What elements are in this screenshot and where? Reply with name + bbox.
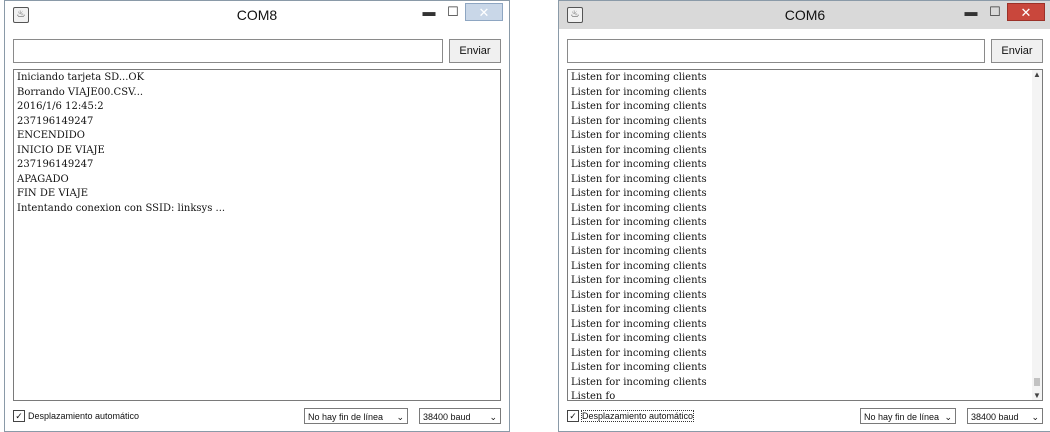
window-controls: ▬ ☐ ✕ [417,3,503,23]
output-line: Iniciando tarjeta SD...OK [17,72,145,83]
send-input[interactable] [567,39,985,63]
close-icon[interactable]: ✕ [465,3,503,21]
send-button[interactable]: Enviar [449,39,501,63]
autoscroll-label: Desplazamiento automático [580,410,695,422]
output-line: Listen for incoming clients [571,275,707,286]
status-bar: ✓ Desplazamiento automático No hay fin d… [567,406,1043,428]
output-line: Borrando VIAJE00.CSV... [17,86,144,98]
output-line: Listen for incoming clients [571,289,707,301]
output-line: Listen for incoming clients [571,318,707,330]
autoscroll-toggle[interactable]: ✓ Desplazamiento automático [13,410,139,422]
window-controls: ▬ ☐ ✕ [959,3,1045,23]
close-icon[interactable]: ✕ [1007,3,1045,21]
baud-rate-select[interactable]: 38400 baud ⌄ [419,408,501,424]
autoscroll-label: Desplazamiento automático [28,411,140,421]
baud-rate-value: 38400 baud [971,412,1019,422]
send-row: Enviar [567,39,1043,63]
baud-rate-select[interactable]: 38400 baud ⌄ [967,408,1043,424]
chevron-down-icon: ⌄ [944,412,952,422]
line-ending-select[interactable]: No hay fin de línea ⌄ [860,408,956,424]
output-line: Listen for incoming clients [571,144,707,156]
output-line: 237196149247 [17,159,94,170]
send-input[interactable] [13,39,443,63]
output-line: Intentando conexion con SSID: linksys ..… [17,202,226,214]
output-line: Listen for incoming clients [571,188,707,199]
title-bar[interactable]: ♨ COM6 ▬ ☐ ✕ [559,1,1050,29]
line-ending-value: No hay fin de línea [864,412,940,422]
send-button[interactable]: Enviar [991,39,1043,63]
output-line: Listen for incoming clients [571,159,707,170]
chevron-down-icon: ⌄ [489,412,497,422]
output-line: Listen for incoming clients [571,173,707,185]
chevron-down-icon: ⌄ [1031,412,1039,422]
output-line: Listen for incoming clients [571,86,707,98]
serial-output[interactable]: Iniciando tarjeta SD...OK Borrando VIAJE0… [13,69,501,401]
output-line: Listen for incoming clients [571,231,707,243]
output-line: Listen for incoming clients [571,304,707,315]
output-line: ENCENDIDO [17,130,85,141]
chevron-down-icon: ⌄ [396,412,404,422]
output-line: Listen for incoming clients [571,101,707,112]
output-line: Listen for incoming clients [571,202,707,214]
autoscroll-checkbox[interactable]: ✓ [13,410,25,422]
line-ending-select[interactable]: No hay fin de línea ⌄ [304,408,408,424]
output-line: INICIO DE VIAJE [17,144,105,156]
output-line: Listen fo [571,391,616,401]
scrollbar-thumb[interactable] [1034,378,1040,386]
maximize-icon[interactable]: ☐ [983,3,1007,21]
output-line: APAGADO [17,173,69,185]
serial-monitor-window-com6: ♨ COM6 ▬ ☐ ✕ Enviar Listen for incoming … [558,0,1050,432]
vertical-scrollbar[interactable]: ▲ ▼ [1032,70,1042,400]
output-line: Listen for incoming clients [571,260,707,272]
output-line: Listen for incoming clients [571,376,707,388]
serial-output[interactable]: Listen for incoming clients Listen for in… [567,69,1043,401]
baud-rate-value: 38400 baud [423,412,471,422]
output-line: 237196149247 [17,115,94,127]
scroll-up-arrow-icon[interactable]: ▲ [1032,70,1042,79]
output-lines: Iniciando tarjeta SD...OK Borrando VIAJE0… [14,70,500,217]
output-line: Listen for incoming clients [571,246,707,257]
status-bar: ✓ Desplazamiento automático No hay fin d… [13,406,501,428]
scroll-down-arrow-icon[interactable]: ▼ [1032,391,1042,400]
title-bar[interactable]: ♨ COM8 ▬ ☐ ✕ [5,1,509,29]
output-line: Listen for incoming clients [571,130,707,141]
output-line: Listen for incoming clients [571,217,707,228]
output-lines: Listen for incoming clients Listen for in… [568,70,1042,401]
minimize-icon[interactable]: ▬ [959,3,983,21]
output-line: Listen for incoming clients [571,333,707,344]
output-line: Listen for incoming clients [571,115,707,127]
output-line: FIN DE VIAJE [17,188,89,199]
maximize-icon[interactable]: ☐ [441,3,465,21]
output-line: 2016/1/6 12:45:2 [17,101,104,112]
autoscroll-toggle[interactable]: ✓ Desplazamiento automático [567,410,695,422]
serial-monitor-window-com8: ♨ COM8 ▬ ☐ ✕ Enviar Iniciando tarjeta SD… [4,0,510,432]
output-line: Listen for incoming clients [571,362,707,373]
output-line: Listen for incoming clients [571,72,707,83]
line-ending-value: No hay fin de línea [308,412,384,422]
send-row: Enviar [13,39,501,63]
minimize-icon[interactable]: ▬ [417,3,441,21]
autoscroll-checkbox[interactable]: ✓ [567,410,579,422]
output-line: Listen for incoming clients [571,347,707,359]
